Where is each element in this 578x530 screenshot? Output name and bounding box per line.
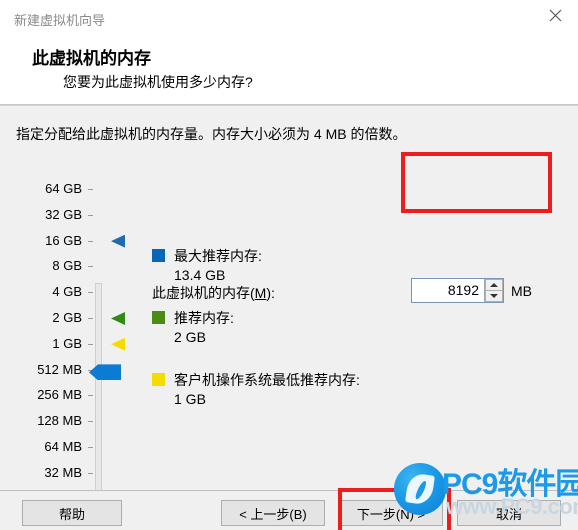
memory-input[interactable]: 8192 xyxy=(412,279,484,302)
scale-tick xyxy=(88,292,93,294)
memory-unit-label: MB xyxy=(511,283,532,299)
legend-swatch-icon xyxy=(152,249,165,262)
memory-field-label: 此虚拟机的内存(M): xyxy=(152,283,275,303)
scale-tick xyxy=(88,240,93,242)
scale-label: 64 GB xyxy=(45,181,82,196)
page-title: 此虚拟机的内存 xyxy=(32,49,151,68)
memory-slider-thumb[interactable] xyxy=(89,364,121,381)
max-recommended-marker xyxy=(111,234,125,248)
memory-spinbox[interactable]: 8192 xyxy=(411,278,504,303)
scale-label: 32 MB xyxy=(44,464,82,480)
scale-tick xyxy=(88,343,93,345)
scale-label: 1 GB xyxy=(52,335,82,351)
scale-label: 16 GB xyxy=(45,232,82,248)
window-title: 新建虚拟机向导 xyxy=(14,13,106,28)
chevron-up-icon xyxy=(490,283,498,287)
next-button[interactable]: 下一步(N) > xyxy=(339,500,443,526)
wizard-button-bar: 帮助 < 上一步(B) 下一步(N) > 取消 xyxy=(0,490,578,530)
memory-label-tail: ): xyxy=(266,285,275,301)
wizard-body: 指定分配给此虚拟机的内存量。内存大小必须为 4 MB 的倍数。 此虚拟机的内存(… xyxy=(0,105,578,530)
scale-label: 64 MB xyxy=(44,439,82,454)
legend-value: 1 GB xyxy=(174,391,206,407)
scale-label: 32 GB xyxy=(45,206,82,222)
legend-value: 13.4 GB xyxy=(174,267,226,283)
scale-tick xyxy=(88,421,93,423)
legend-title: 最大推荐内存: xyxy=(174,248,262,264)
scale-tick xyxy=(88,214,93,216)
scale-tick xyxy=(88,395,93,397)
cancel-button[interactable]: 取消 xyxy=(457,500,561,526)
back-button[interactable]: < 上一步(B) xyxy=(221,500,325,526)
scale-tick xyxy=(88,318,93,319)
memory-stepper-down[interactable] xyxy=(485,291,503,302)
new-vm-wizard-dialog: 新建虚拟机向导 此虚拟机的内存 您要为此虚拟机使用多少内存? 指定分配给此虚拟机… xyxy=(0,0,578,530)
recommended-marker xyxy=(111,312,125,325)
close-icon xyxy=(549,9,562,22)
titlebar: 新建虚拟机向导 xyxy=(0,0,578,36)
legend-title: 推荐内存: xyxy=(174,310,234,326)
legend-value: 2 GB xyxy=(174,329,206,345)
scale-label: 4 GB xyxy=(52,284,82,300)
memory-stepper[interactable] xyxy=(484,279,503,302)
close-button[interactable] xyxy=(532,0,578,30)
scale-tick xyxy=(88,189,93,190)
legend-swatch-icon xyxy=(152,373,165,386)
scale-label: 128 MB xyxy=(37,413,82,429)
scale-tick xyxy=(88,472,93,474)
scale-tick xyxy=(88,447,93,448)
wizard-header: 此虚拟机的内存 您要为此虚拟机使用多少内存? xyxy=(0,36,578,105)
scale-label: 8 GB xyxy=(52,258,82,274)
intro-text: 指定分配给此虚拟机的内存量。内存大小必须为 4 MB 的倍数。 xyxy=(16,126,407,142)
legend-title: 客户机操作系统最低推荐内存: xyxy=(174,372,360,388)
legend-swatch-icon xyxy=(152,311,165,324)
memory-label-accesskey: M xyxy=(254,285,267,301)
guest-minimum-marker xyxy=(111,337,125,351)
chevron-down-icon xyxy=(490,294,498,298)
help-button[interactable]: 帮助 xyxy=(22,500,122,526)
memory-label-text: 此虚拟机的内存( xyxy=(152,285,255,301)
scale-tick xyxy=(88,266,93,268)
memory-stepper-up[interactable] xyxy=(485,279,503,291)
scale-label: 2 GB xyxy=(52,310,82,325)
scale-label: 256 MB xyxy=(37,387,82,403)
scale-label: 512 MB xyxy=(37,361,82,377)
page-subtitle: 您要为此虚拟机使用多少内存? xyxy=(63,74,253,90)
